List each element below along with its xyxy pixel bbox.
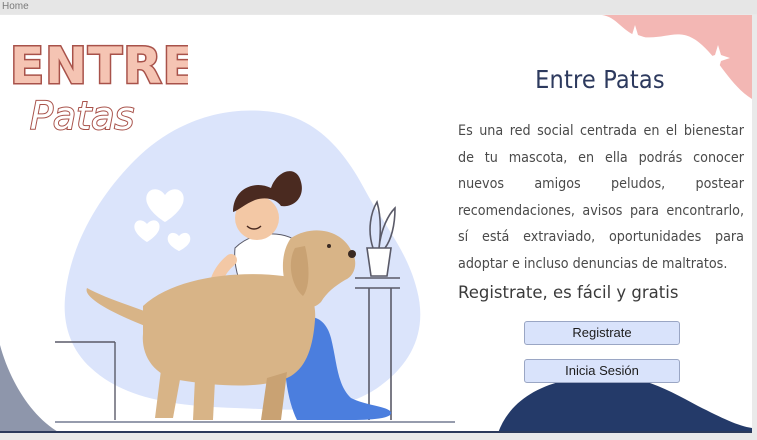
register-tagline: Registrate, es fácil y gratis [458,283,679,302]
dog-eye [327,244,331,248]
window-right-edge [752,15,757,440]
browser-tab-bar: Home [0,0,757,14]
plant-pot [366,247,392,277]
login-button[interactable]: Inicia Sesión [524,359,680,383]
page-description: Es una red social centrada en el bienest… [458,123,744,272]
dog-leg [193,378,215,420]
pink-blob-decoration [602,15,752,99]
register-button[interactable]: Registrate [524,321,680,345]
grey-corner-decoration [0,345,60,433]
woman-hugging-dog-illustration [55,110,455,423]
dog-nose [348,250,356,258]
window-bottom-edge [0,433,757,440]
tab-home[interactable]: Home [2,0,29,13]
landing-page: ENTRE Patas Entre Patas Es una red socia… [0,15,752,433]
page-title: Entre Patas [535,65,665,94]
logo-line1-text: ENTRE [10,37,188,95]
